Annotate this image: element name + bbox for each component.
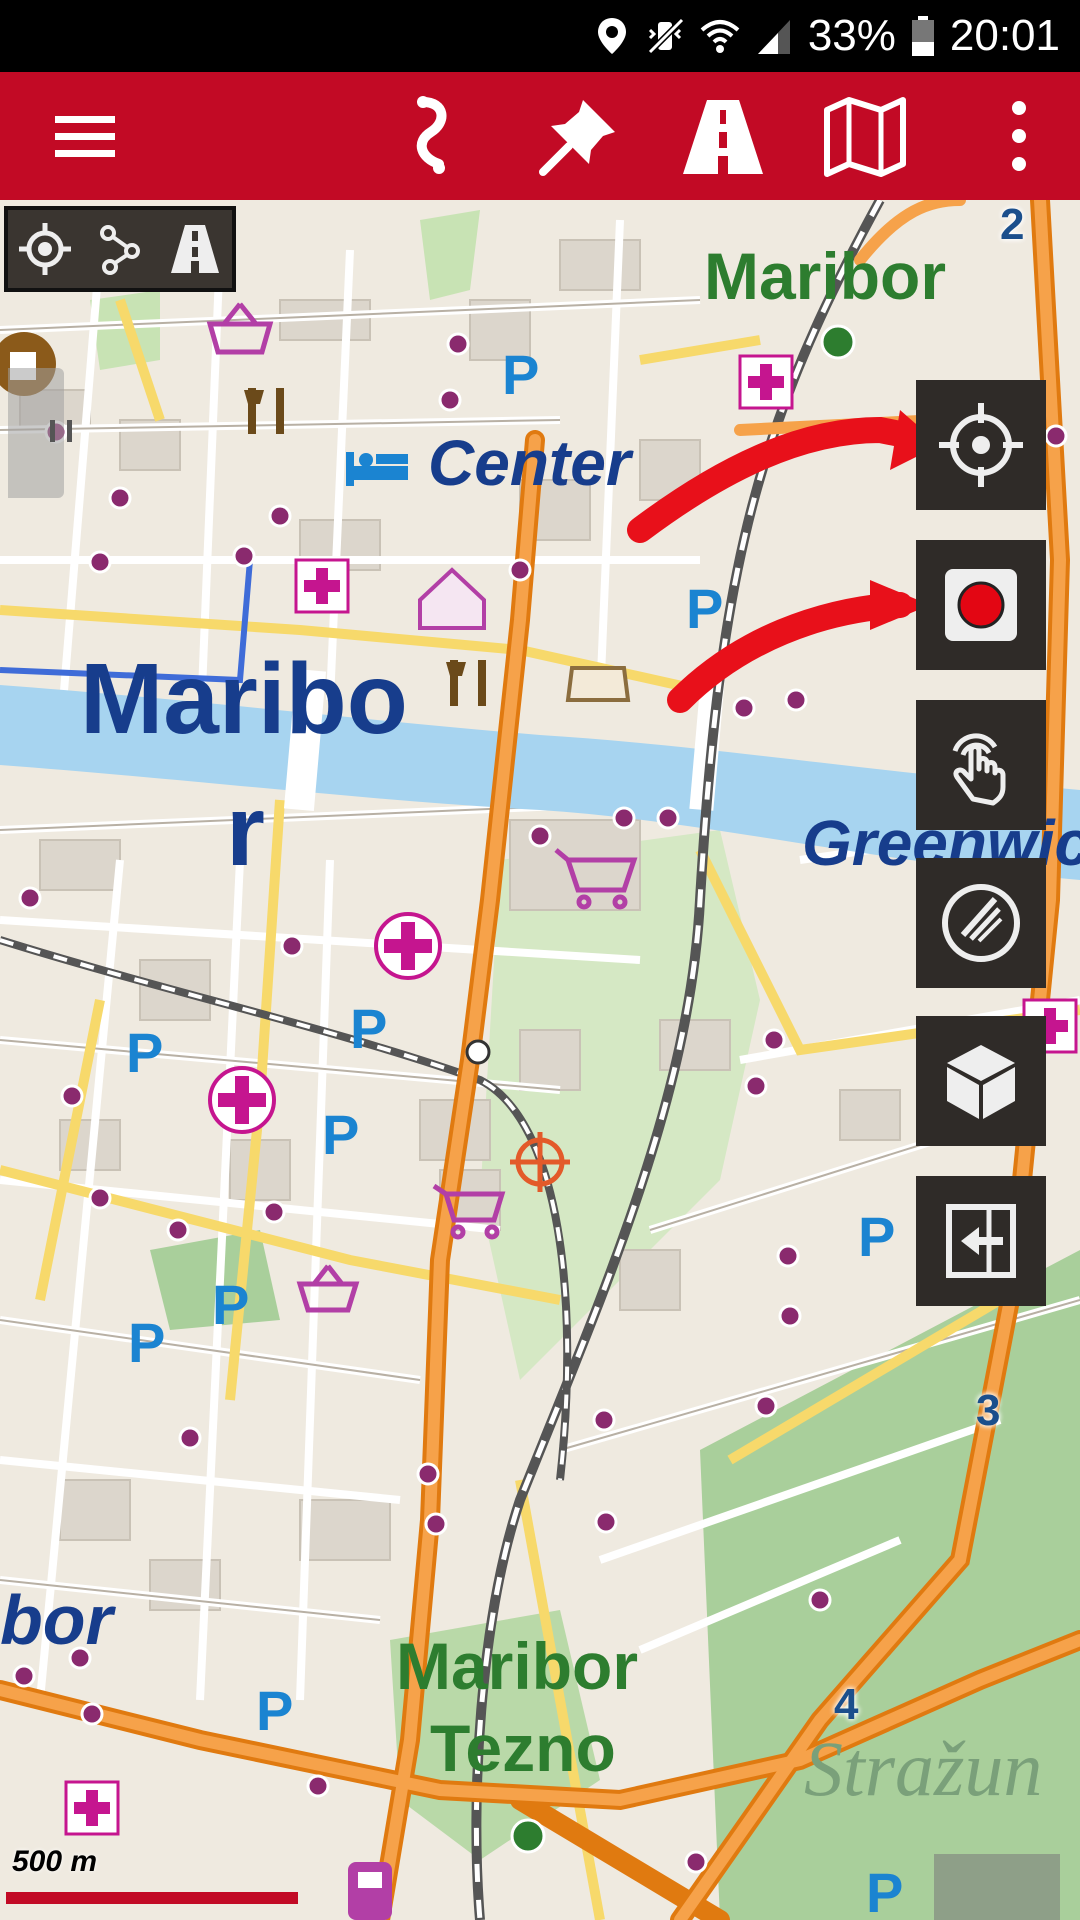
clock: 20:01	[949, 11, 1060, 60]
overflow-menu-button[interactable]	[952, 72, 1062, 200]
parking-sign: P	[126, 1021, 164, 1084]
rotate-map-button[interactable]	[916, 858, 1046, 988]
rotate-icon	[942, 884, 1020, 962]
battery-icon	[911, 16, 934, 56]
battery-percent: 33%	[807, 11, 896, 60]
exit-panel-button[interactable]	[916, 1176, 1046, 1306]
gps-crosshair-icon	[939, 403, 1023, 487]
parking-sign: P	[858, 1205, 896, 1268]
3d-view-button[interactable]	[916, 1016, 1046, 1146]
road-mode-icon[interactable]	[167, 221, 223, 277]
label-maribor-station: Maribor	[704, 239, 947, 313]
maps-button[interactable]	[810, 72, 920, 200]
route-icon	[416, 96, 447, 174]
parking-sign: P	[128, 1311, 166, 1374]
gps-locate-button[interactable]	[916, 380, 1046, 510]
exit-panel-icon	[946, 1204, 1016, 1278]
label-maribor-left: bor	[0, 1581, 113, 1659]
side-panel-handle[interactable]	[8, 368, 72, 498]
signal-icon	[757, 20, 790, 54]
pin-icon	[539, 100, 615, 176]
record-icon	[945, 569, 1017, 641]
scale-label: 500 m	[12, 1845, 98, 1878]
tracks-button[interactable]	[668, 72, 778, 200]
share-nodes-icon[interactable]	[92, 221, 148, 277]
app-bar	[0, 72, 1080, 200]
label-tezno-station-2: Tezno	[430, 1711, 616, 1785]
gps-crosshair-icon[interactable]	[17, 221, 73, 277]
points-button[interactable]	[524, 72, 634, 200]
status-bar: 33% 20:01	[0, 0, 1080, 72]
parking-sign: P	[502, 343, 540, 406]
parking-sign: P	[686, 577, 724, 640]
location-icon	[597, 18, 626, 54]
wifi-icon	[700, 20, 740, 53]
map-icon	[824, 97, 906, 177]
route-number: 3	[976, 1386, 1001, 1435]
parking-sign: P	[212, 1273, 250, 1336]
parking-sign: P	[256, 1679, 294, 1742]
label-tezno-station-1: Maribor	[396, 1629, 639, 1703]
touch-mode-button[interactable]	[916, 700, 1046, 830]
menu-icon	[55, 116, 115, 157]
label-strazun: Stražun	[804, 1725, 1043, 1812]
record-track-button[interactable]	[916, 540, 1046, 670]
parking-sign: P	[350, 997, 388, 1060]
touch-icon	[952, 733, 1006, 806]
parking-sign: P	[322, 1103, 360, 1166]
bottom-corner-control[interactable]	[934, 1854, 1060, 1920]
menu-button[interactable]	[30, 72, 140, 200]
scale-bar	[6, 1892, 298, 1904]
route-number: 4	[834, 1680, 859, 1729]
label-center: Center	[428, 427, 631, 499]
parking-sign: P	[866, 1861, 904, 1920]
mute-vibrate-icon	[647, 17, 684, 55]
cube-3d-icon	[947, 1045, 1015, 1119]
road-icon	[683, 100, 763, 174]
label-maribor-city: Maribo	[80, 643, 408, 755]
label-maribor-city-r: r	[226, 775, 265, 887]
route-number: 2	[1000, 200, 1025, 249]
overflow-icon	[1012, 101, 1026, 171]
route-planner-button[interactable]	[378, 72, 488, 200]
mode-toolbar	[4, 206, 236, 292]
